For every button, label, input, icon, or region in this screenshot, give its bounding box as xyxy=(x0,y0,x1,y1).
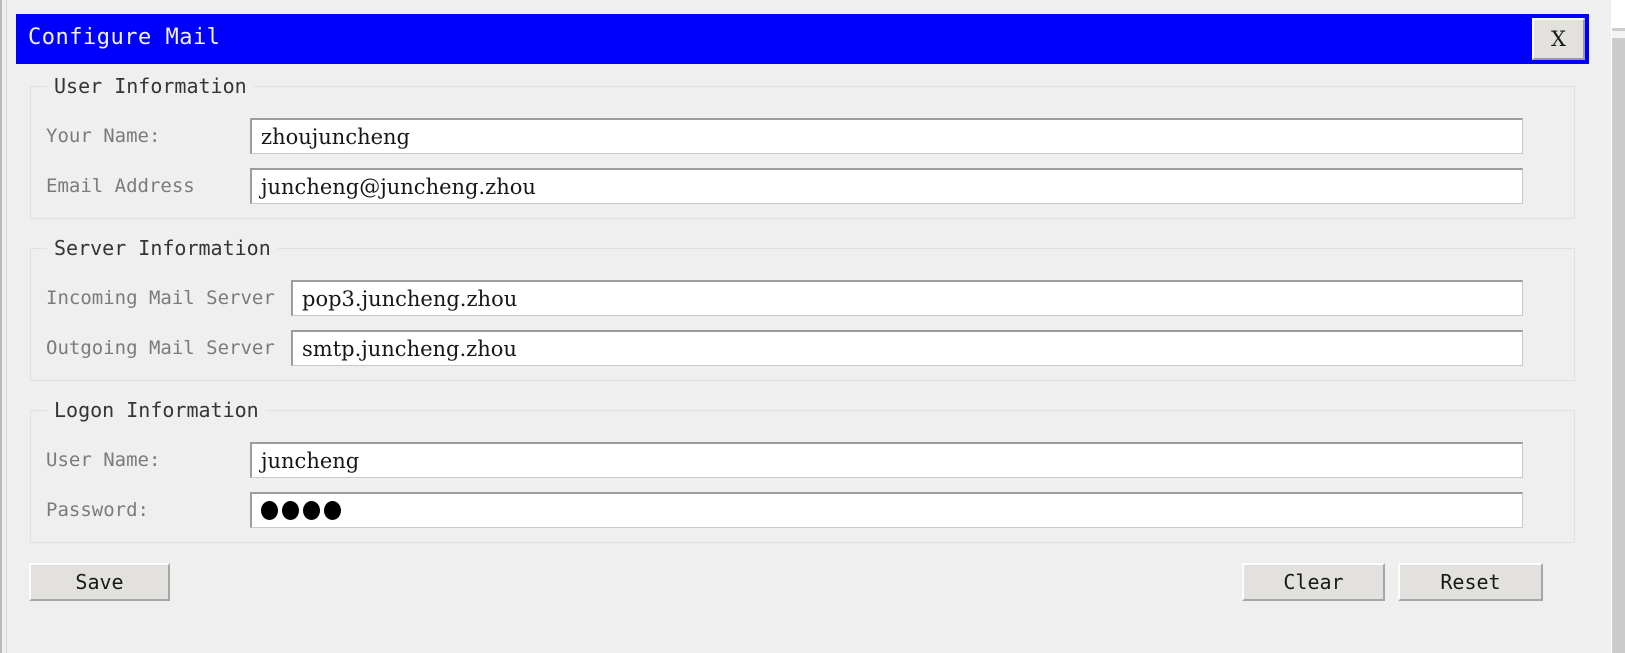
input-password[interactable] xyxy=(250,492,1523,528)
password-mask-dots xyxy=(261,501,341,520)
clear-button[interactable]: Clear xyxy=(1242,563,1385,601)
input-incoming-mail-server[interactable]: pop3.juncheng.zhou xyxy=(291,280,1523,316)
desktop-background: Configure Mail X User Information Your N… xyxy=(0,0,1625,653)
label-outgoing-mail-server: Outgoing Mail Server xyxy=(46,337,275,359)
save-button[interactable]: Save xyxy=(29,563,170,601)
label-email-address: Email Address xyxy=(46,175,195,197)
label-password: Password: xyxy=(46,499,149,521)
group-title-logon-information: Logon Information xyxy=(47,398,266,422)
background-window-sliver xyxy=(1601,0,1611,653)
background-window[interactable] xyxy=(1611,0,1625,653)
window-title: Configure Mail xyxy=(28,25,221,50)
background-window-titlebar xyxy=(1612,0,1625,28)
input-your-name[interactable]: zhoujuncheng xyxy=(250,118,1523,154)
label-user-name: User Name: xyxy=(46,449,161,471)
input-email-address[interactable]: juncheng@juncheng.zhou xyxy=(250,168,1523,204)
dialog-inner-edge xyxy=(6,0,7,653)
input-outgoing-mail-server[interactable]: smtp.juncheng.zhou xyxy=(291,330,1523,366)
input-user-name[interactable]: juncheng xyxy=(250,442,1523,478)
group-title-server-information: Server Information xyxy=(47,236,278,260)
reset-button[interactable]: Reset xyxy=(1398,563,1543,601)
label-your-name: Your Name: xyxy=(46,125,161,147)
background-window-subbar xyxy=(1612,31,1625,38)
configure-mail-dialog: Configure Mail X User Information Your N… xyxy=(0,0,1601,653)
group-title-user-information: User Information xyxy=(47,74,254,98)
label-incoming-mail-server: Incoming Mail Server xyxy=(46,287,275,309)
close-icon[interactable]: X xyxy=(1532,18,1585,60)
title-bar[interactable]: Configure Mail X xyxy=(16,14,1589,64)
